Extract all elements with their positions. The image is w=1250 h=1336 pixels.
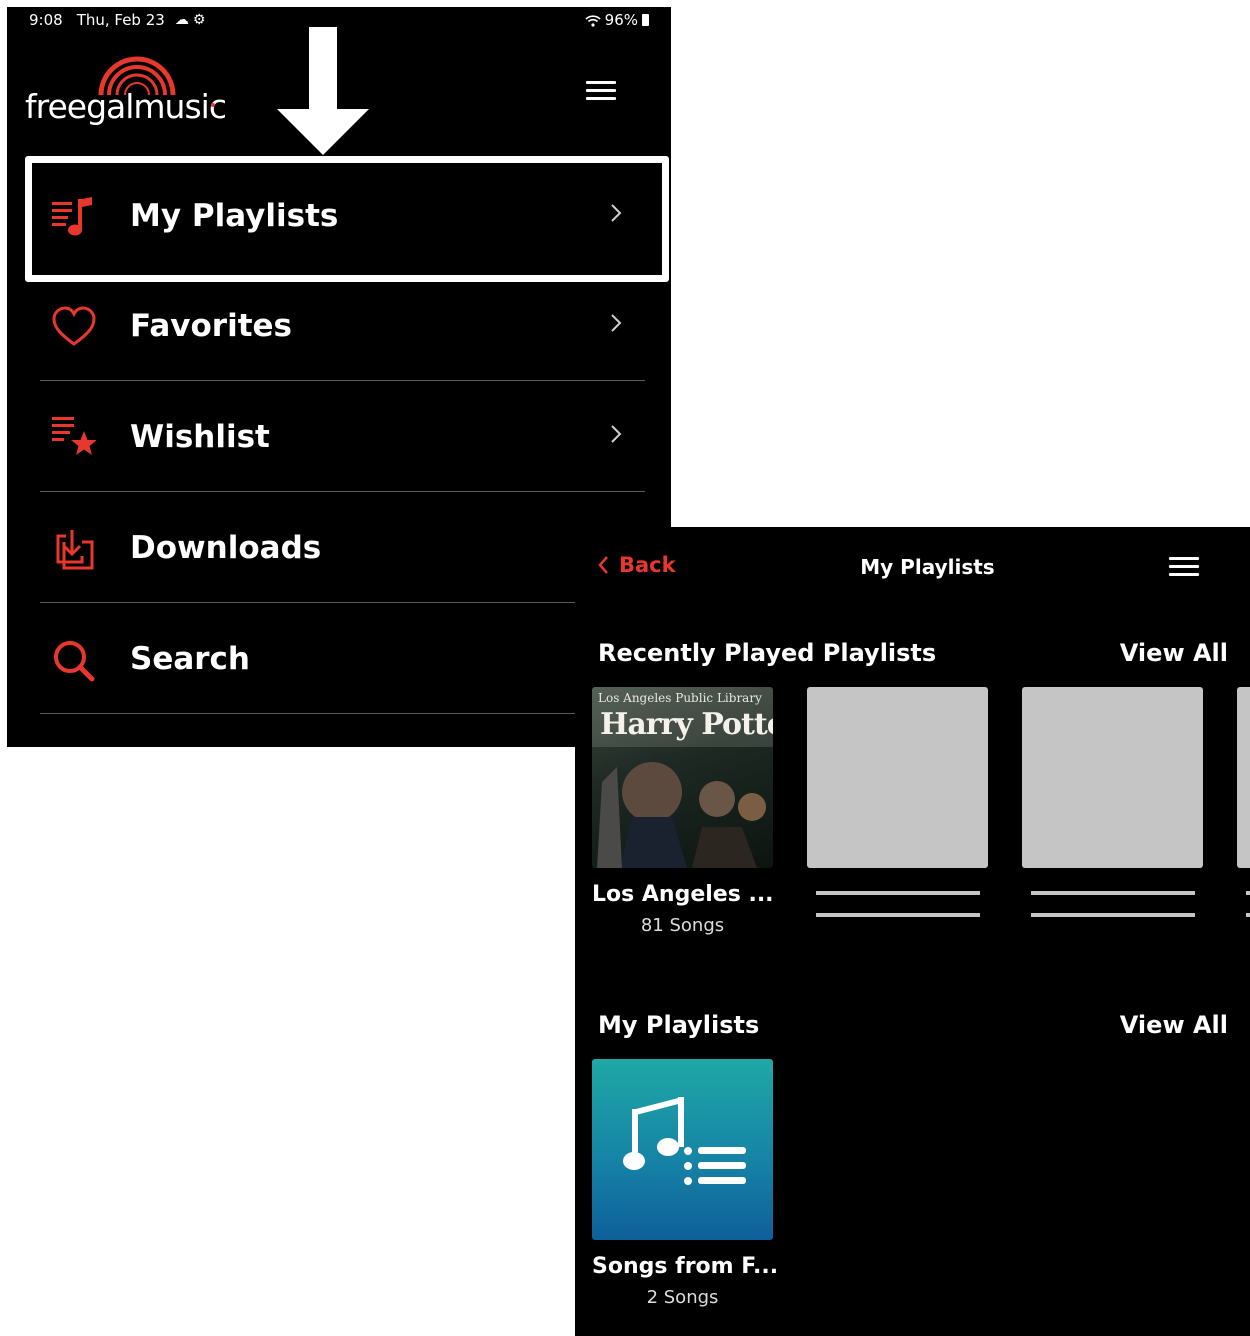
playlist-card-subtitle: 2 Songs [646, 1287, 719, 1308]
menu-hamburger-icon[interactable] [586, 81, 616, 101]
placeholder-line [1030, 891, 1195, 895]
cover-art-line2: Harry Potter [600, 707, 773, 742]
search-icon [54, 641, 95, 682]
menu-item-wishlist[interactable]: Wishlist [40, 381, 645, 492]
playlist-card-los-angeles[interactable]: Los Angeles Public Library Harry Potter … [592, 687, 774, 936]
placeholder-thumb [807, 687, 988, 868]
cover-art-line1: Los Angeles Public Library [598, 691, 762, 705]
view-all-recent-link[interactable]: View All [1120, 639, 1228, 667]
status-time: 9:08 [29, 11, 63, 29]
chevron-right-icon [611, 314, 622, 332]
menu-item-search[interactable]: Search [40, 603, 576, 714]
playlist-cover-image [592, 1059, 773, 1240]
menu-hamburger-icon[interactable] [1169, 557, 1199, 577]
menu-item-label: Search [130, 641, 251, 677]
menu-item-label: Downloads [130, 530, 322, 566]
section-title-my-playlists: My Playlists [598, 1011, 760, 1039]
playlists-screen: Back My Playlists Recently Played Playli… [575, 527, 1250, 1336]
playlist-card-title: Los Angeles ... [592, 882, 774, 907]
playlist-card-placeholder [807, 687, 988, 917]
annotation-arrow-icon [277, 27, 369, 155]
menu-item-label: Favorites [130, 308, 292, 344]
playlist-card-songs-from[interactable]: Songs from F... 2 Songs [592, 1059, 779, 1308]
logo-dot [211, 103, 215, 107]
top-navigation-bar: Back My Playlists [575, 527, 1250, 607]
logo-text: freegalmusic [25, 87, 227, 126]
music-playlist-icon [623, 1097, 746, 1185]
menu-item-downloads[interactable]: Downloads [40, 492, 576, 603]
playlist-cover-image: Los Angeles Public Library Harry Potter [592, 687, 773, 868]
status-date: Thu, Feb 23 [76, 11, 165, 29]
placeholder-line [1030, 913, 1195, 917]
freegal-logo: freegalmusic [25, 55, 227, 129]
playlist-card-title: Songs from F... [592, 1254, 779, 1279]
placeholder-line [1245, 913, 1250, 917]
battery-level: 96% [604, 11, 638, 29]
wifi-icon [585, 14, 601, 27]
gear-icon: ⚙ [192, 12, 206, 28]
placeholder-thumb [1022, 687, 1203, 868]
placeholder-line [815, 913, 980, 917]
placeholder-line [815, 891, 980, 895]
cloud-icon: ☁ [174, 12, 189, 28]
view-all-my-playlists-link[interactable]: View All [1120, 1011, 1228, 1039]
menu-item-label: Wishlist [130, 419, 270, 455]
download-icon [56, 530, 94, 570]
battery-icon [642, 14, 649, 26]
heart-icon [52, 306, 96, 346]
chevron-right-icon [611, 425, 622, 443]
placeholder-thumb [1237, 687, 1250, 868]
section-title-recent: Recently Played Playlists [598, 639, 937, 667]
playlist-card-placeholder [1237, 687, 1250, 917]
menu-item-favorites[interactable]: Favorites [40, 270, 645, 381]
wishlist-star-icon [52, 417, 96, 455]
playlist-card-placeholder [1022, 687, 1203, 917]
menu-screen: 9:08 Thu, Feb 23 ☁ ⚙ 96% freegalmusic My… [7, 7, 671, 747]
placeholder-line [1245, 891, 1250, 895]
playlist-card-subtitle: 81 Songs [640, 915, 725, 936]
highlight-annotation-box [25, 156, 669, 282]
page-title: My Playlists [860, 555, 995, 579]
